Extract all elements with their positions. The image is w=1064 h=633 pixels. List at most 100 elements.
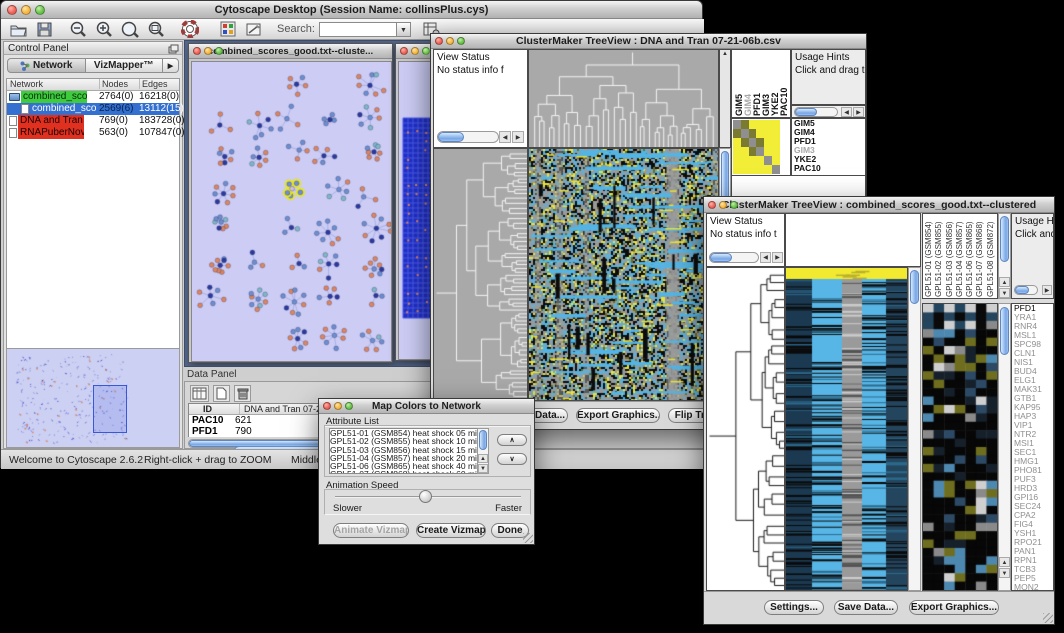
close-icon[interactable] xyxy=(193,47,201,55)
scroll-down-icon[interactable]: ▼ xyxy=(999,568,1010,578)
scroll-down-icon[interactable]: ▼ xyxy=(478,464,488,473)
birdseye-view[interactable] xyxy=(6,348,180,448)
tv2-column-label[interactable]: GPL51-08 (GSM872) xyxy=(986,215,996,297)
network-canvas[interactable] xyxy=(191,61,392,362)
summary-heatmap-cell[interactable] xyxy=(749,129,757,138)
minimize-icon[interactable] xyxy=(719,201,727,209)
tv2-zoom-heatmap[interactable] xyxy=(922,303,998,591)
scrollbar-thumb[interactable] xyxy=(438,132,464,142)
tv1-row-dendrogram[interactable] xyxy=(433,148,528,401)
summary-heatmap-cell[interactable] xyxy=(741,147,749,156)
col-nodes[interactable]: Nodes xyxy=(99,79,128,89)
scrollbar-thumb[interactable] xyxy=(1000,307,1009,355)
scroll-up-icon[interactable]: ▲ xyxy=(999,277,1010,287)
tv1-dendro-vscrollbar[interactable]: ▲ xyxy=(719,49,731,148)
summary-heatmap-cell[interactable] xyxy=(741,120,749,129)
zoom-window-icon[interactable] xyxy=(730,201,738,209)
close-icon[interactable] xyxy=(7,5,17,15)
tv2-gene-list[interactable]: PFD1YRA1RNR4MSL1SPC98CLN1NIS1BUD4ELG1MAK… xyxy=(1011,303,1054,591)
select-attributes-icon[interactable] xyxy=(190,385,209,402)
summary-heatmap-cell[interactable] xyxy=(772,165,780,174)
summary-heatmap-cell[interactable] xyxy=(756,138,764,147)
summary-heatmap-cell[interactable] xyxy=(733,138,741,147)
summary-heatmap-cell[interactable] xyxy=(733,120,741,129)
tv2-column-label[interactable]: GPL51-01 (GSM854) xyxy=(924,215,934,297)
tab-vizmapper[interactable]: VizMapper™ xyxy=(86,58,164,73)
tv1-column-label[interactable]: PFD1 xyxy=(752,51,761,116)
close-icon[interactable] xyxy=(400,47,408,55)
scrollbar-thumb[interactable] xyxy=(910,270,919,304)
tv2-global-heatmap[interactable] xyxy=(785,267,908,591)
delete-attribute-trash-icon[interactable] xyxy=(234,385,251,402)
zoom-window-icon[interactable] xyxy=(457,37,465,45)
tv1-column-dendrogram-canvas[interactable] xyxy=(529,50,718,147)
summary-heatmap-cell[interactable] xyxy=(756,147,764,156)
scroll-left-icon[interactable]: ◀ xyxy=(760,252,771,263)
export-graphics-button[interactable]: Export Graphics... xyxy=(909,600,999,615)
scrollbar-thumb[interactable] xyxy=(795,108,817,116)
search-input[interactable] xyxy=(319,22,397,37)
tv1-status-hscrollbar[interactable] xyxy=(437,131,499,143)
zoom-fit-button[interactable] xyxy=(119,18,141,40)
tv1-column-dendrogram[interactable] xyxy=(528,49,719,148)
scrollbar-thumb[interactable] xyxy=(1000,216,1009,262)
col-id[interactable]: ID xyxy=(203,404,212,414)
summary-heatmap-cell[interactable] xyxy=(749,138,757,147)
scroll-down-icon[interactable]: ▼ xyxy=(999,288,1010,298)
birdseye-viewport-rect[interactable] xyxy=(93,385,127,433)
node-appearance-button[interactable] xyxy=(217,18,239,40)
open-file-button[interactable] xyxy=(7,18,29,40)
export-graphics-button[interactable]: Export Graphics... xyxy=(576,408,660,423)
summary-heatmap-cell[interactable] xyxy=(756,129,764,138)
summary-heatmap-cell[interactable] xyxy=(764,147,772,156)
scroll-right-icon[interactable]: ▶ xyxy=(1042,285,1052,295)
summary-heatmap-cell[interactable] xyxy=(741,165,749,174)
summary-heatmap-cell[interactable] xyxy=(749,165,757,174)
scroll-up-icon[interactable]: ▲ xyxy=(999,557,1010,567)
network-table-row[interactable]: combined_sco2569(6)13112(15) xyxy=(7,103,179,115)
search-dropdown-button[interactable]: ▼ xyxy=(397,22,411,37)
summary-heatmap-cell[interactable] xyxy=(733,165,741,174)
new-attribute-icon[interactable] xyxy=(213,385,230,402)
minimize-icon[interactable] xyxy=(334,402,342,410)
tv1-row-dendrogram-canvas[interactable] xyxy=(434,149,527,400)
summary-heatmap-cell[interactable] xyxy=(749,156,757,165)
summary-heatmap-cell[interactable] xyxy=(772,156,780,165)
tv1-summary-label[interactable]: PAC10 xyxy=(792,164,865,173)
tv2-column-label[interactable]: GPL51-03 (GSM856) xyxy=(945,215,955,297)
summary-heatmap-cell[interactable] xyxy=(772,129,780,138)
scroll-left-icon[interactable]: ◀ xyxy=(841,107,852,117)
network-table-row[interactable]: combined_scores2764(0)16218(0) xyxy=(7,91,179,103)
network-table-row[interactable]: RNAPuberNov2+|563(0)107847(0) xyxy=(7,127,179,139)
scroll-right-icon[interactable]: ▶ xyxy=(853,107,864,117)
summary-heatmap-cell[interactable] xyxy=(772,138,780,147)
tabs-overflow-button[interactable]: ▶ xyxy=(163,58,179,73)
summary-heatmap-cell[interactable] xyxy=(756,156,764,165)
tv1-column-label[interactable]: GIM5 xyxy=(734,51,743,116)
treeview2-titlebar[interactable]: ClusterMaker TreeView : combined_scores_… xyxy=(704,197,1054,213)
scrollbar-thumb[interactable] xyxy=(479,430,487,450)
tv2-column-label[interactable]: GPL51-06 (GSM865) xyxy=(965,215,975,297)
minimize-icon[interactable] xyxy=(204,47,212,55)
tv1-summary-heatmap[interactable] xyxy=(731,118,791,176)
save-button[interactable] xyxy=(33,18,55,40)
attribute-list[interactable]: GPL51-01 (GSM854) heat shock 05 minGPL51… xyxy=(329,428,489,474)
move-up-button[interactable]: ∧ xyxy=(497,434,527,446)
zoom-window-icon[interactable] xyxy=(215,47,223,55)
tv1-column-label[interactable]: YKE2 xyxy=(770,51,779,116)
tv1-column-label[interactable]: GIM4 xyxy=(743,51,752,116)
help-lifesaver-icon[interactable] xyxy=(179,18,201,40)
summary-heatmap-cell[interactable] xyxy=(741,129,749,138)
summary-heatmap-cell[interactable] xyxy=(749,120,757,129)
summary-heatmap-cell[interactable] xyxy=(764,165,772,174)
summary-heatmap-cell[interactable] xyxy=(733,156,741,165)
scrollbar-thumb[interactable] xyxy=(1015,286,1029,294)
minimize-icon[interactable] xyxy=(21,5,31,15)
minimize-icon[interactable] xyxy=(411,47,419,55)
slider-thumb[interactable] xyxy=(419,490,432,503)
zoom-window-icon[interactable] xyxy=(35,5,45,15)
col-network[interactable]: Network xyxy=(10,79,43,89)
tv2-hints-hscrollbar[interactable] xyxy=(1014,285,1038,295)
tv1-hints-hscrollbar[interactable] xyxy=(794,107,838,117)
save-data-button[interactable]: Save Data... xyxy=(834,600,898,615)
